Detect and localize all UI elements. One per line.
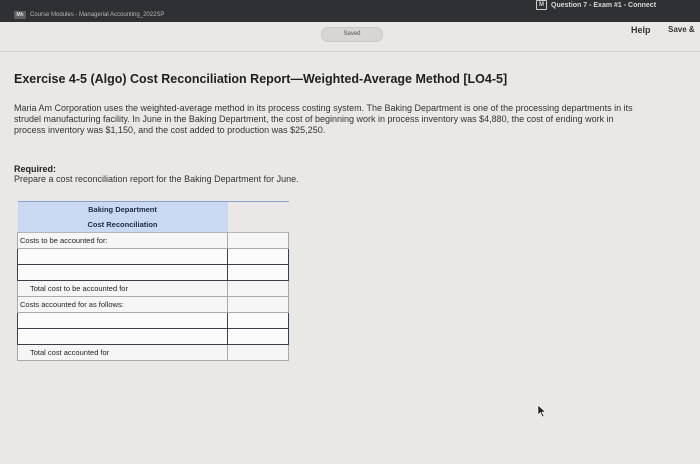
value-cell [227, 232, 289, 249]
total-to-account-value[interactable] [227, 280, 289, 297]
required-label: Required: [14, 164, 57, 174]
saved-status-indicator: Saved [321, 27, 383, 42]
table-header-report-name: Cost Reconciliation [17, 217, 228, 233]
line-item-input-2[interactable] [17, 264, 228, 281]
connect-favicon-icon: M [536, 0, 547, 10]
browser-tab-question[interactable]: M Question 7 - Exam #1 - Connect [536, 0, 700, 10]
line-item-input-1[interactable] [17, 248, 228, 265]
problem-description: Maria Am Corporation uses the weighted-a… [14, 103, 633, 135]
line-item-input-3[interactable] [17, 312, 228, 329]
table-row: Total cost accounted for [17, 344, 289, 361]
costs-to-account-label: Costs to be accounted for: [17, 232, 228, 249]
table-row [17, 312, 289, 329]
table-header-row: Baking Department [17, 201, 289, 217]
table-header-row: Cost Reconciliation [17, 217, 289, 233]
browser-tab-title: Question 7 - Exam #1 - Connect [551, 1, 657, 9]
mcgraw-hill-favicon-icon: Mh [14, 10, 26, 19]
table-row: Costs to be accounted for: [17, 232, 289, 249]
header-divider [0, 51, 700, 52]
total-accounted-value[interactable] [227, 344, 289, 361]
browser-tab-bar: Mh Course Modules - Managerial Accountin… [0, 0, 700, 22]
table-row: Total cost to be accounted for [17, 280, 289, 297]
browser-tab-title: Course Modules - Managerial Accounting_2… [30, 11, 165, 18]
table-row: Costs accounted for as follows: [17, 296, 289, 313]
cost-reconciliation-table: Baking Department Cost Reconciliation Co… [17, 201, 289, 361]
table-row [17, 264, 289, 281]
mouse-pointer-icon [537, 404, 547, 418]
exercise-title: Exercise 4-5 (Algo) Cost Reconciliation … [14, 72, 508, 86]
costs-accounted-label: Costs accounted for as follows: [17, 296, 228, 313]
total-accounted-label: Total cost accounted for [17, 344, 228, 361]
amount-input-1[interactable] [227, 248, 289, 265]
table-header-department: Baking Department [17, 201, 228, 217]
amount-input-4[interactable] [227, 328, 289, 345]
table-row [17, 248, 289, 265]
amount-input-2[interactable] [227, 264, 289, 281]
table-row [17, 328, 289, 345]
total-to-account-label: Total cost to be accounted for [17, 280, 228, 297]
amount-input-3[interactable] [227, 312, 289, 329]
value-cell [227, 296, 289, 313]
save-and-exit-button[interactable]: Save & [668, 25, 695, 34]
required-instruction: Prepare a cost reconciliation report for… [14, 174, 299, 184]
line-item-input-4[interactable] [17, 328, 228, 345]
help-button[interactable]: Help [631, 25, 651, 35]
browser-tab-course-modules[interactable]: Mh Course Modules - Managerial Accountin… [14, 9, 164, 20]
